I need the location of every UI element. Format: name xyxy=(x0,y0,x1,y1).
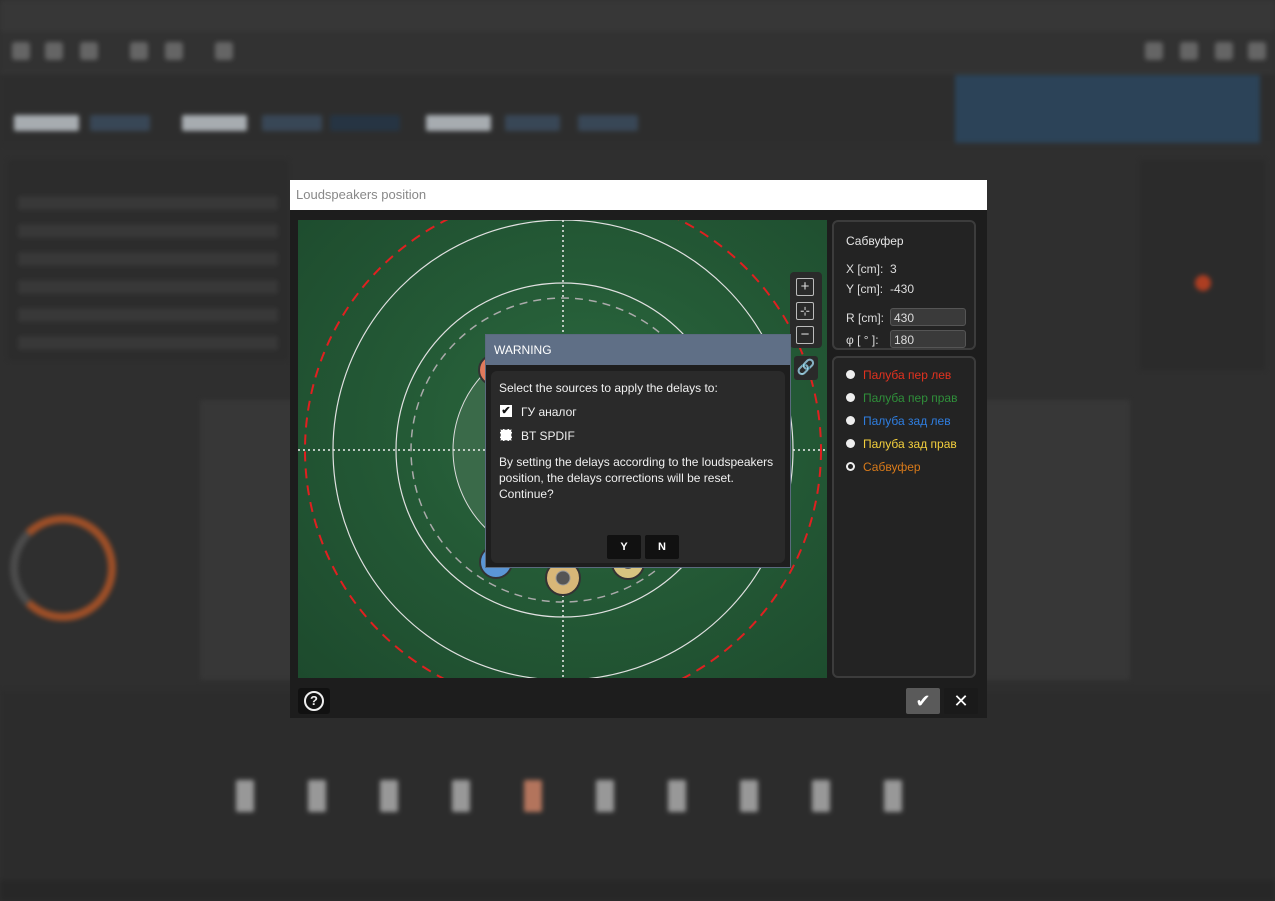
radio-button[interactable] xyxy=(846,416,855,426)
bg-row xyxy=(18,280,278,294)
bg-chip xyxy=(330,115,400,131)
zoom-in-button[interactable]: + xyxy=(796,278,814,296)
help-button[interactable]: ? xyxy=(298,688,330,714)
toolbar-icon xyxy=(130,42,148,60)
bg-position-dot xyxy=(1195,275,1211,291)
toolbar-icon xyxy=(45,42,63,60)
source-checkbox-gu-analog[interactable]: ✔ xyxy=(500,405,512,417)
bg-mixer xyxy=(0,690,1275,880)
speaker-option[interactable]: Палуба пер прав xyxy=(846,391,957,405)
radio-button[interactable] xyxy=(846,462,855,472)
r-label: R [cm]: xyxy=(846,311,884,325)
app-statusbar xyxy=(0,880,1275,901)
x-value: 3 xyxy=(890,262,897,276)
phi-label: φ [ ° ]: xyxy=(846,333,879,347)
speaker-option[interactable]: Сабвуфер xyxy=(846,460,921,474)
yes-button[interactable]: Y xyxy=(607,535,641,559)
toolbar-icon xyxy=(12,42,30,60)
ok-button[interactable]: ✔ xyxy=(906,688,940,714)
no-button[interactable]: N xyxy=(645,535,679,559)
y-value: -430 xyxy=(890,282,915,296)
bg-chip xyxy=(426,115,491,131)
phi-input[interactable]: 180 xyxy=(890,330,966,348)
zoom-out-button[interactable]: − xyxy=(796,326,814,344)
app-device-panel xyxy=(955,75,1260,143)
speaker-option-label: Палуба зад лев xyxy=(863,414,951,428)
speaker-option-label: Палуба пер прав xyxy=(863,391,958,405)
bg-position-preview xyxy=(1140,160,1265,370)
help-icon: ? xyxy=(304,691,324,711)
toolbar-icon xyxy=(1180,42,1198,60)
bg-fader xyxy=(524,780,542,812)
toolbar-icon xyxy=(80,42,98,60)
fit-view-button[interactable]: ⊹ xyxy=(796,302,814,320)
bg-chip xyxy=(182,115,247,131)
dialog-title: Loudspeakers position xyxy=(290,180,987,210)
bg-chip xyxy=(578,115,638,131)
speaker-option-label: Палуба пер лев xyxy=(863,368,952,382)
toolbar-icon xyxy=(165,42,183,60)
link-icon[interactable]: 🔗 xyxy=(794,356,818,380)
cancel-button[interactable]: ✕ xyxy=(944,688,978,714)
bg-fader xyxy=(236,780,254,812)
speaker-option[interactable]: Палуба зад лев xyxy=(846,414,951,428)
x-label: X [cm]: xyxy=(846,262,884,276)
bg-row xyxy=(18,252,278,266)
warning-message-line1: By setting the delays according to the l… xyxy=(499,455,774,469)
bg-fader xyxy=(380,780,398,812)
app-toolbar xyxy=(0,32,1275,73)
radio-button[interactable] xyxy=(846,393,855,403)
speaker-option[interactable]: Палуба зад прав xyxy=(846,437,957,451)
source-checkbox-bt-spdif[interactable] xyxy=(500,429,512,441)
speaker-option-label: Палуба зад прав xyxy=(863,437,957,451)
bg-fader xyxy=(668,780,686,812)
warning-prompt: Select the sources to apply the delays t… xyxy=(499,381,718,395)
r-input[interactable]: 430 xyxy=(890,308,966,326)
bg-fader xyxy=(308,780,326,812)
warning-dialog: WARNING Select the sources to apply the … xyxy=(485,334,791,568)
warning-message-line3: Continue? xyxy=(499,487,554,501)
bg-fader xyxy=(884,780,902,812)
bg-row xyxy=(18,336,278,350)
bg-row xyxy=(18,196,278,210)
speaker-name: Сабвуфер xyxy=(846,234,904,248)
radio-button[interactable] xyxy=(846,439,855,449)
speaker-option-label: Сабвуфер xyxy=(863,460,921,474)
speaker-list: Палуба пер лев Палуба пер прав Палуба зад … xyxy=(832,356,976,678)
zoom-toolbar: + ⊹ − xyxy=(790,272,822,348)
speaker-option[interactable]: Палуба пер лев xyxy=(846,368,951,382)
app-titlebar xyxy=(0,0,1275,32)
bg-chip xyxy=(90,115,150,131)
warning-message-line2: position, the delays corrections will be… xyxy=(499,471,734,485)
toolbar-icon xyxy=(1145,42,1163,60)
bg-chip xyxy=(262,115,322,131)
bg-fader xyxy=(740,780,758,812)
toolbar-icon xyxy=(215,42,233,60)
warning-body: Select the sources to apply the delays t… xyxy=(491,371,785,563)
bg-fader xyxy=(812,780,830,812)
bg-chip xyxy=(14,115,79,131)
y-label: Y [cm]: xyxy=(846,282,884,296)
radio-button[interactable] xyxy=(846,370,855,380)
toolbar-icon xyxy=(1248,42,1266,60)
speaker-info-panel: Сабвуфер X [cm]: 3 Y [cm]: -430 R [cm]: … xyxy=(832,220,976,350)
bg-row xyxy=(18,224,278,238)
toolbar-icon xyxy=(1215,42,1233,60)
source-label-gu-analog: ГУ аналог xyxy=(521,405,577,419)
bg-row xyxy=(18,308,278,322)
bg-fader xyxy=(596,780,614,812)
bg-fader xyxy=(452,780,470,812)
warning-title: WARNING xyxy=(486,335,790,365)
app-output-list xyxy=(8,160,288,360)
source-label-bt-spdif: BT SPDIF xyxy=(521,429,575,443)
bg-chip xyxy=(505,115,560,131)
bg-knob xyxy=(10,515,116,621)
